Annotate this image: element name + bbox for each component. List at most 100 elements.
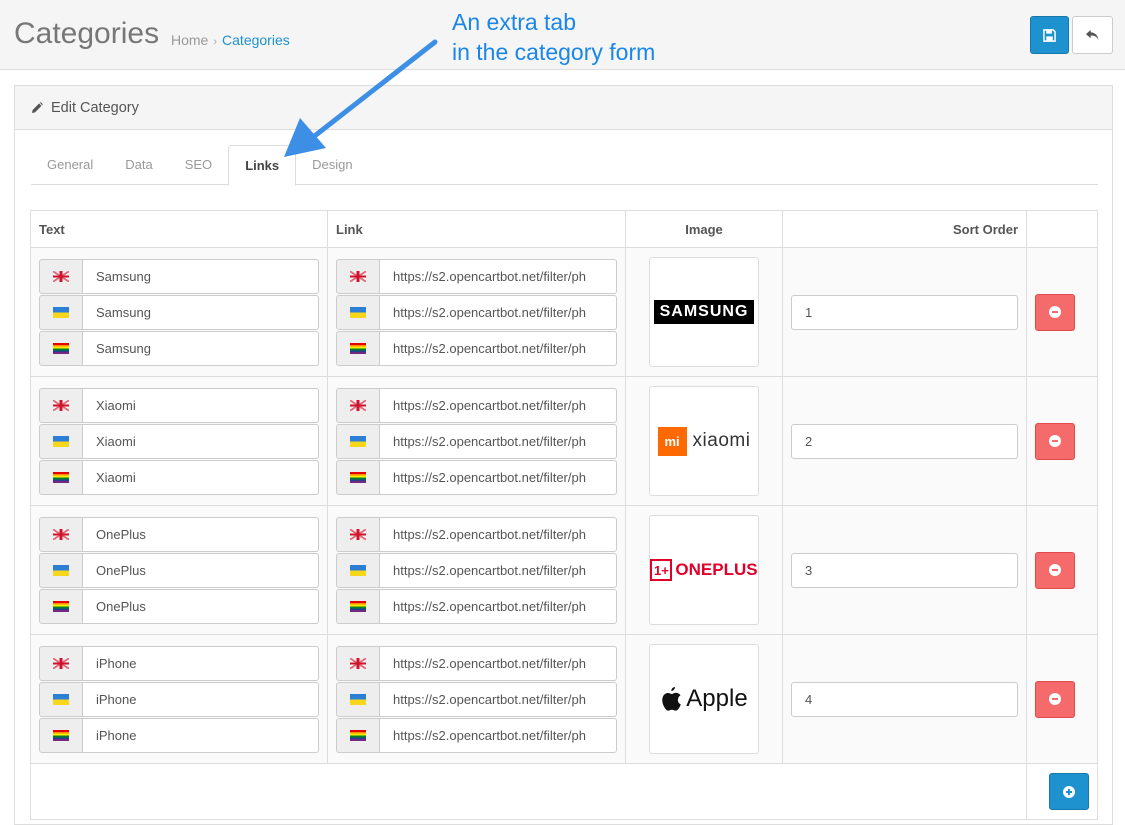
oneplus-logo: 1+ ONEPLUS bbox=[650, 559, 758, 581]
sort-order-input[interactable]: 2 bbox=[791, 423, 1018, 459]
link-input-ua[interactable]: https://s2.opencartbot.net/filter/ph bbox=[380, 552, 617, 588]
language-addon bbox=[336, 681, 380, 717]
image-cell: 1+ ONEPLUS bbox=[625, 505, 783, 635]
remove-row-button[interactable] bbox=[1035, 680, 1075, 718]
link-cell: https://s2.opencartbot.net/filter/ph htt… bbox=[327, 376, 626, 506]
language-addon bbox=[39, 516, 83, 552]
action-cell bbox=[1026, 247, 1098, 377]
remove-row-button[interactable] bbox=[1035, 422, 1075, 460]
flag-rainbow-icon bbox=[350, 342, 366, 354]
back-button[interactable] bbox=[1072, 16, 1113, 54]
language-addon bbox=[336, 330, 380, 366]
page-title: Categories bbox=[14, 17, 160, 50]
action-cell bbox=[1026, 505, 1098, 635]
save-button[interactable] bbox=[1030, 16, 1069, 54]
text-input-en[interactable]: Samsung bbox=[83, 258, 319, 294]
flag-ua-icon bbox=[350, 693, 366, 705]
text-input-group: OnePlus bbox=[39, 588, 319, 624]
language-addon bbox=[336, 294, 380, 330]
language-addon bbox=[39, 423, 83, 459]
apple-icon bbox=[662, 687, 682, 711]
flag-rainbow-icon bbox=[350, 471, 366, 483]
language-addon bbox=[336, 516, 380, 552]
tab-seo[interactable]: SEO bbox=[169, 145, 228, 184]
remove-row-button[interactable] bbox=[1035, 551, 1075, 589]
text-input-en[interactable]: OnePlus bbox=[83, 516, 319, 552]
link-cell: https://s2.opencartbot.net/filter/ph htt… bbox=[327, 634, 626, 764]
add-row-spacer bbox=[30, 763, 1027, 820]
link-input-en[interactable]: https://s2.opencartbot.net/filter/ph bbox=[380, 645, 617, 681]
add-row-button[interactable] bbox=[1049, 773, 1089, 810]
text-input-3[interactable]: Samsung bbox=[83, 330, 319, 366]
flag-rainbow-icon bbox=[53, 729, 69, 741]
link-input-3[interactable]: https://s2.opencartbot.net/filter/ph bbox=[380, 459, 617, 495]
link-input-ua[interactable]: https://s2.opencartbot.net/filter/ph bbox=[380, 423, 617, 459]
link-input-ua[interactable]: https://s2.opencartbot.net/filter/ph bbox=[380, 294, 617, 330]
text-input-ua[interactable]: Xiaomi bbox=[83, 423, 319, 459]
link-input-group: https://s2.opencartbot.net/filter/ph bbox=[336, 681, 617, 717]
breadcrumb-separator: › bbox=[213, 36, 218, 48]
flag-ua-icon bbox=[350, 564, 366, 576]
minus-circle-icon bbox=[1049, 306, 1061, 318]
link-input-3[interactable]: https://s2.opencartbot.net/filter/ph bbox=[380, 717, 617, 753]
language-addon bbox=[336, 258, 380, 294]
text-cell: OnePlus OnePlus OnePlus bbox=[30, 505, 328, 635]
language-addon bbox=[336, 717, 380, 753]
flag-rainbow-icon bbox=[350, 600, 366, 612]
link-input-group: https://s2.opencartbot.net/filter/ph bbox=[336, 552, 617, 588]
tab-general[interactable]: General bbox=[31, 145, 109, 184]
image-thumbnail-samsung[interactable]: SAMSUNG bbox=[649, 257, 759, 367]
image-thumbnail-oneplus[interactable]: 1+ ONEPLUS bbox=[649, 515, 759, 625]
minus-circle-icon bbox=[1049, 693, 1061, 705]
sort-order-input[interactable]: 3 bbox=[791, 552, 1018, 588]
flag-ua-icon bbox=[53, 435, 69, 447]
link-input-en[interactable]: https://s2.opencartbot.net/filter/ph bbox=[380, 516, 617, 552]
sort-order-cell: 1 bbox=[782, 247, 1027, 377]
samsung-logo: SAMSUNG bbox=[654, 300, 754, 324]
text-input-ua[interactable]: Samsung bbox=[83, 294, 319, 330]
link-input-group: https://s2.opencartbot.net/filter/ph bbox=[336, 588, 617, 624]
annotation-arrow-icon bbox=[284, 39, 438, 157]
language-addon bbox=[39, 258, 83, 294]
sort-order-cell: 4 bbox=[782, 634, 1027, 764]
link-input-group: https://s2.opencartbot.net/filter/ph bbox=[336, 516, 617, 552]
text-input-ua[interactable]: iPhone bbox=[83, 681, 319, 717]
flag-ua-icon bbox=[53, 306, 69, 318]
action-cell bbox=[1026, 376, 1098, 506]
text-input-3[interactable]: Xiaomi bbox=[83, 459, 319, 495]
add-action-cell bbox=[1026, 763, 1098, 820]
text-input-3[interactable]: iPhone bbox=[83, 717, 319, 753]
sort-order-input[interactable]: 4 bbox=[791, 681, 1018, 717]
image-thumbnail-apple[interactable]: Apple bbox=[649, 644, 759, 754]
link-input-group: https://s2.opencartbot.net/filter/ph bbox=[336, 387, 617, 423]
link-input-ua[interactable]: https://s2.opencartbot.net/filter/ph bbox=[380, 681, 617, 717]
link-input-group: https://s2.opencartbot.net/filter/ph bbox=[336, 645, 617, 681]
link-input-3[interactable]: https://s2.opencartbot.net/filter/ph bbox=[380, 330, 617, 366]
language-addon bbox=[39, 387, 83, 423]
text-cell: Samsung Samsung Samsung bbox=[30, 247, 328, 377]
flag-en-icon bbox=[350, 528, 366, 540]
link-cell: https://s2.opencartbot.net/filter/ph htt… bbox=[327, 247, 626, 377]
text-input-en[interactable]: iPhone bbox=[83, 645, 319, 681]
text-input-en[interactable]: Xiaomi bbox=[83, 387, 319, 423]
link-input-3[interactable]: https://s2.opencartbot.net/filter/ph bbox=[380, 588, 617, 624]
links-table: Text Link Image Sort Order Samsung Samsu… bbox=[30, 210, 1098, 820]
table-row: Xiaomi Xiaomi Xiaomi https://s2.opencart… bbox=[30, 376, 1098, 506]
remove-row-button[interactable] bbox=[1035, 293, 1075, 331]
column-header-sort-order: Sort Order bbox=[782, 210, 1027, 248]
breadcrumb-home[interactable]: Home bbox=[171, 32, 208, 48]
oneplus-logo-mark: 1+ bbox=[650, 559, 673, 581]
text-input-3[interactable]: OnePlus bbox=[83, 588, 319, 624]
sort-order-input[interactable]: 1 bbox=[791, 294, 1018, 330]
panel-heading-text: Edit Category bbox=[51, 99, 139, 116]
tab-data[interactable]: Data bbox=[109, 145, 168, 184]
apple-logo: Apple bbox=[660, 685, 748, 713]
text-input-ua[interactable]: OnePlus bbox=[83, 552, 319, 588]
link-input-en[interactable]: https://s2.opencartbot.net/filter/ph bbox=[380, 387, 617, 423]
image-thumbnail-xiaomi[interactable]: mi xiaomi bbox=[649, 386, 759, 496]
language-addon bbox=[39, 681, 83, 717]
text-input-group: Xiaomi bbox=[39, 387, 319, 423]
link-input-en[interactable]: https://s2.opencartbot.net/filter/ph bbox=[380, 258, 617, 294]
language-addon bbox=[39, 294, 83, 330]
flag-ua-icon bbox=[53, 564, 69, 576]
